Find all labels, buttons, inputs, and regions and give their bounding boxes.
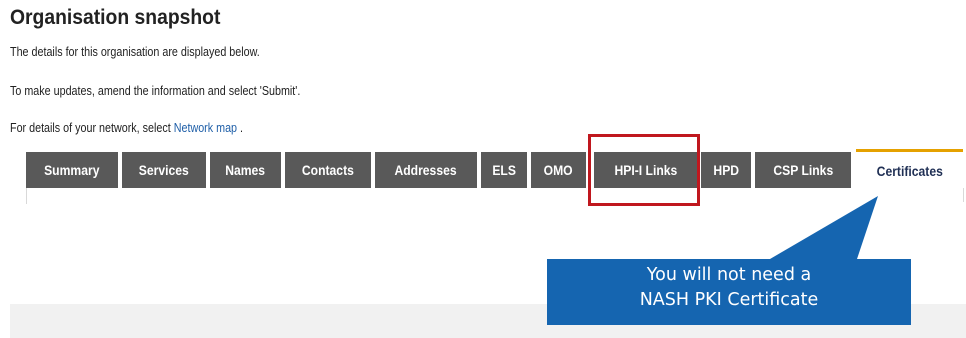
network-text-prefix: For details of your network, select [10,121,174,135]
callout-line-2: NASH PKI Certificate [639,290,819,310]
content-border [26,188,27,204]
tab-contacts[interactable]: Contacts [285,152,371,188]
tab-label: Contacts [301,162,354,178]
intro-text: The details for this organisation are di… [10,45,260,59]
tab-certificates[interactable]: Certificates [856,149,963,191]
tab-label: Certificates [876,164,943,179]
page-title: Organisation snapshot [10,6,221,29]
hpi-i-links-highlight [588,134,700,206]
tab-summary[interactable]: Summary [26,152,118,188]
tab-label: CSP Links [773,162,833,178]
tab-label: HPD [713,162,739,178]
content-border [963,188,964,202]
tab-label: ELS [492,162,516,178]
instructions-text: To make updates, amend the information a… [10,84,301,98]
tab-hpd[interactable]: HPD [701,152,751,188]
callout-text: You will not need a NASH PKI Certificate [547,259,911,325]
tab-bar: Summary Services Names Contacts Addresse… [0,149,966,191]
network-text-suffix: . [237,121,244,135]
tab-csp-links[interactable]: CSP Links [755,152,851,188]
network-map-link[interactable]: Network map [174,121,237,135]
callout-line-1: You will not need a [646,265,812,285]
tab-label: Summary [44,162,100,178]
network-text: For details of your network, select Netw… [10,121,243,135]
tab-label: Services [138,162,190,178]
tab-addresses[interactable]: Addresses [375,152,477,188]
tab-label: OMO [543,162,574,178]
tab-label: Addresses [394,162,458,178]
callout-pointer [770,196,878,259]
tab-services[interactable]: Services [122,152,206,188]
tab-omo[interactable]: OMO [531,152,586,188]
tab-els[interactable]: ELS [481,152,527,188]
tab-names[interactable]: Names [210,152,281,188]
tab-label: Names [225,162,266,178]
